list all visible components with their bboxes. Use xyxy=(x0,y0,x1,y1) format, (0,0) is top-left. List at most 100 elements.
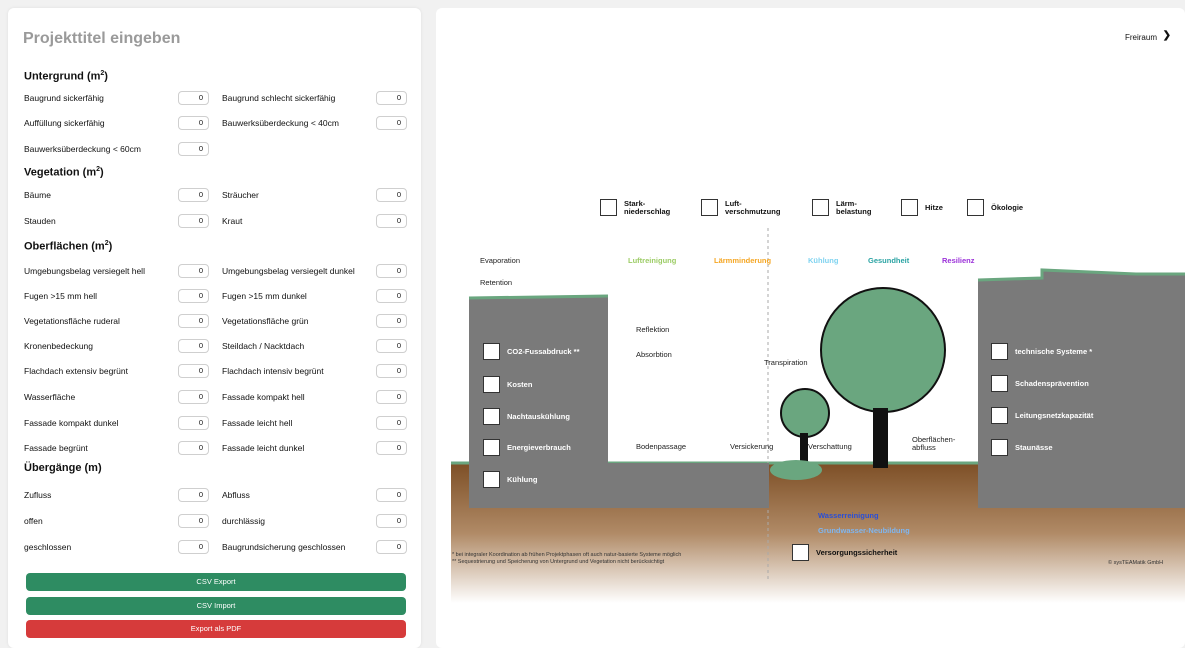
number-input[interactable]: 0 xyxy=(178,188,209,202)
number-input[interactable]: 0 xyxy=(376,540,407,554)
checkbox[interactable] xyxy=(901,199,918,216)
check-top-0[interactable]: Stark- niederschlag xyxy=(600,199,670,216)
check-left-1[interactable]: Kosten xyxy=(483,376,532,393)
number-input[interactable]: 0 xyxy=(178,540,209,554)
checkbox[interactable] xyxy=(967,199,984,216)
number-input[interactable]: 0 xyxy=(376,488,407,502)
number-input[interactable]: 0 xyxy=(376,314,407,328)
number-input[interactable]: 0 xyxy=(178,416,209,430)
check-label: Nachtauskühlung xyxy=(507,411,570,421)
field-label: Wasserfläche xyxy=(24,392,76,402)
section-heading-oberflaechen: Oberflächen (m2) xyxy=(24,240,113,253)
checkbox[interactable] xyxy=(600,199,617,216)
csv-export-button[interactable]: CSV Export xyxy=(26,573,406,591)
check-left-4[interactable]: Kühlung xyxy=(483,471,537,488)
check-top-4[interactable]: Ökologie xyxy=(967,199,1023,216)
number-input[interactable]: 0 xyxy=(376,390,407,404)
check-left-0[interactable]: CO2-Fussabdruck ** xyxy=(483,343,580,360)
checkbox[interactable] xyxy=(483,439,500,456)
number-input[interactable]: 0 xyxy=(376,264,407,278)
number-input[interactable]: 0 xyxy=(178,91,209,105)
number-input[interactable]: 0 xyxy=(178,289,209,303)
check-right-0[interactable]: technische Systeme * xyxy=(991,343,1092,360)
number-input[interactable]: 0 xyxy=(178,264,209,278)
check-top-1[interactable]: Luft- verschmutzung xyxy=(701,199,780,216)
number-input[interactable]: 0 xyxy=(178,314,209,328)
checkbox[interactable] xyxy=(483,343,500,360)
field-label: Kraut xyxy=(222,216,243,226)
check-label: CO2-Fussabdruck ** xyxy=(507,346,580,356)
check-label: Kühlung xyxy=(507,474,538,484)
retention-label: Retention xyxy=(480,278,513,287)
project-title-input[interactable]: Projekttitel eingeben xyxy=(23,30,180,48)
label-wasserreinigung: Wasserreinigung xyxy=(818,511,879,520)
number-input[interactable]: 0 xyxy=(178,214,209,228)
category-label: Lärmminderung xyxy=(714,256,772,265)
check-left-3[interactable]: Energieverbrauch xyxy=(483,439,571,456)
field-label: Bäume xyxy=(24,190,51,200)
check-right-1[interactable]: Schadensprävention xyxy=(991,375,1089,392)
number-input[interactable]: 0 xyxy=(178,441,209,455)
copyright: © sysTEAMatik GmbH xyxy=(1108,560,1164,566)
field-label: Vegetationsfläche grün xyxy=(222,316,309,326)
number-input[interactable]: 0 xyxy=(178,390,209,404)
number-input[interactable]: 0 xyxy=(376,441,407,455)
number-input[interactable]: 0 xyxy=(376,364,407,378)
input-panel: Projekttitel eingeben Untergrund (m2) Ve… xyxy=(8,8,421,648)
number-input[interactable]: 0 xyxy=(376,416,407,430)
check-label: technische Systeme * xyxy=(1015,346,1093,356)
small-tree-crown xyxy=(780,388,830,438)
field-label: Stauden xyxy=(24,216,56,226)
checkbox[interactable] xyxy=(991,375,1008,392)
number-input[interactable]: 0 xyxy=(178,364,209,378)
check-top-2[interactable]: Lärm- belastung xyxy=(812,199,871,216)
number-input[interactable]: 0 xyxy=(178,116,209,130)
section-heading-untergrund: Untergrund (m2) xyxy=(24,70,108,83)
check-label: Hitze xyxy=(925,202,943,212)
label-transpiration: Transpiration xyxy=(764,358,808,367)
number-input[interactable]: 0 xyxy=(376,188,407,202)
number-input[interactable]: 0 xyxy=(178,488,209,502)
checkbox[interactable] xyxy=(483,408,500,425)
check-label: Staunässe xyxy=(1015,442,1053,452)
checkbox[interactable] xyxy=(483,376,500,393)
check-top-3[interactable]: Hitze xyxy=(901,199,943,216)
check-right-3[interactable]: Staunässe xyxy=(991,439,1053,456)
field-label: geschlossen xyxy=(24,542,72,552)
number-input[interactable]: 0 xyxy=(376,514,407,528)
label-reflektion: Reflektion xyxy=(636,325,670,334)
checkbox[interactable] xyxy=(991,407,1008,424)
number-input[interactable]: 0 xyxy=(376,116,407,130)
field-label: durchlässig xyxy=(222,516,265,526)
checkbox[interactable] xyxy=(991,439,1008,456)
number-input[interactable]: 0 xyxy=(376,339,407,353)
check-left-2[interactable]: Nachtauskühlung xyxy=(483,408,570,425)
big-tree-crown xyxy=(820,287,946,413)
checkbox[interactable] xyxy=(701,199,718,216)
number-input[interactable]: 0 xyxy=(178,142,209,156)
field-label: Steildach / Nacktdach xyxy=(222,341,305,351)
check-label: Lärm- belastung xyxy=(836,198,872,216)
check-versorgungssicherheit[interactable]: Versorgungssicherheit xyxy=(792,544,897,561)
field-label: Fugen >15 mm hell xyxy=(24,291,97,301)
check-label: Schadensprävention xyxy=(1015,378,1089,388)
category-label: Kühlung xyxy=(808,256,839,265)
csv-import-button[interactable]: CSV Import xyxy=(26,597,406,615)
checkbox[interactable] xyxy=(812,199,829,216)
number-input[interactable]: 0 xyxy=(376,91,407,105)
label-versickerung: Versickerung xyxy=(730,442,774,451)
checkbox[interactable] xyxy=(483,471,500,488)
number-input[interactable]: 0 xyxy=(178,339,209,353)
number-input[interactable]: 0 xyxy=(376,214,407,228)
big-tree-trunk xyxy=(873,408,888,468)
check-right-2[interactable]: Leitungsnetzkapazität xyxy=(991,407,1093,424)
number-input[interactable]: 0 xyxy=(376,289,407,303)
pdf-export-button[interactable]: Export als PDF xyxy=(26,620,406,638)
field-label: Fassade begrünt xyxy=(24,443,88,453)
checkbox[interactable] xyxy=(991,343,1008,360)
field-label: Fassade kompakt dunkel xyxy=(24,418,119,428)
field-label: Kronenbedeckung xyxy=(24,341,94,351)
number-input[interactable]: 0 xyxy=(178,514,209,528)
field-label: Sträucher xyxy=(222,190,259,200)
checkbox[interactable] xyxy=(792,544,809,561)
